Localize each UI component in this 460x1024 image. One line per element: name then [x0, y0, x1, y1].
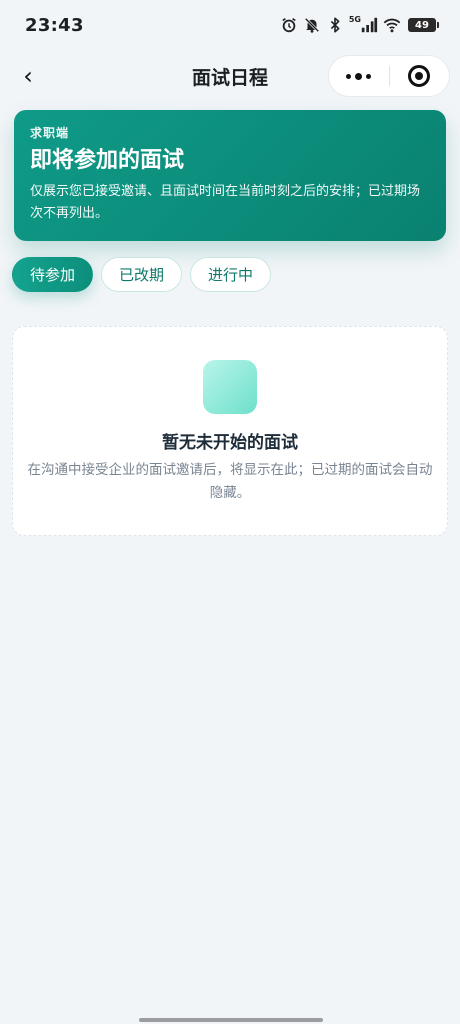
battery-icon: 49 — [408, 18, 439, 32]
status-icons: 5G 49 — [280, 15, 439, 34]
network-type: 5G — [348, 15, 361, 24]
empty-state-card: 暂无未开始的面试 在沟通中接受企业的面试邀请后，将显示在此；已过期的面试会自动隐… — [12, 326, 448, 536]
navigation-bar: ‹ 面试日程 — [0, 50, 460, 102]
hero-description: 仅展示您已接受邀请、且面试时间在当前时刻之后的安排；已过期场次不再列出。 — [30, 184, 421, 221]
wifi-icon — [383, 16, 401, 34]
hero-eyebrow: 求职端 — [30, 126, 70, 140]
tab-in-progress[interactable]: 进行中 — [190, 257, 272, 292]
page: 23:43 5G 49 ‹ 面试日程 求职端 即将参加的面试 仅展示您已接受邀请… — [0, 0, 460, 1024]
empty-state-description: 在沟通中接受企业的面试邀请后，将显示在此；已过期的面试会自动隐藏。 — [27, 462, 433, 501]
target-icon — [408, 65, 431, 87]
mute-icon — [303, 16, 321, 34]
empty-state-title: 暂无未开始的面试 — [162, 433, 298, 453]
status-time: 23:43 — [25, 14, 84, 36]
home-indicator[interactable] — [139, 1018, 323, 1022]
close-miniprogram-button[interactable] — [389, 56, 449, 96]
status-tabs: 待参加 已改期 进行中 — [12, 257, 272, 292]
hero-title: 即将参加的面试 — [30, 148, 185, 173]
tab-rescheduled[interactable]: 已改期 — [101, 257, 183, 292]
status-bar: 23:43 5G 49 — [0, 0, 460, 50]
more-button[interactable] — [329, 56, 389, 96]
miniprogram-capsule — [328, 55, 450, 97]
empty-state-icon — [203, 360, 257, 414]
signal-icon — [360, 16, 378, 34]
hero-banner: 求职端 即将参加的面试 仅展示您已接受邀请、且面试时间在当前时刻之后的安排；已过… — [14, 110, 446, 241]
tab-upcoming[interactable]: 待参加 — [12, 257, 94, 292]
bluetooth-icon — [326, 16, 344, 34]
alarm-icon — [280, 16, 298, 34]
more-dots-icon — [346, 72, 372, 80]
